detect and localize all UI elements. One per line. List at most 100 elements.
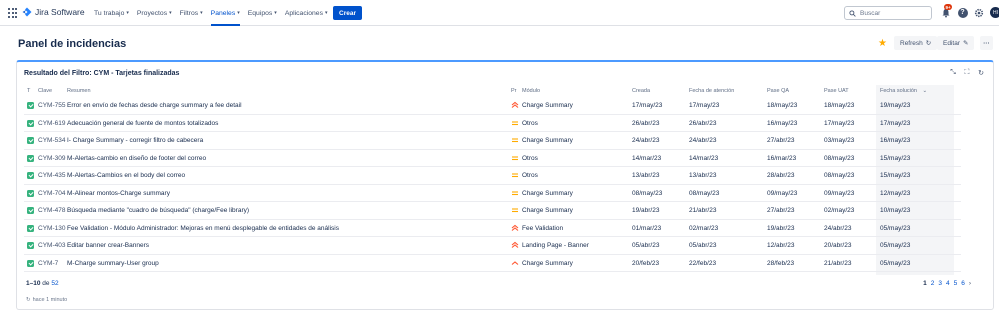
issue-qa-date: 28/abr/23 — [767, 172, 795, 179]
nav-item-label: Aplicaciones — [284, 9, 323, 17]
table-row[interactable]: CYM-755 Error en envío de fechas desde ch… — [24, 97, 961, 115]
issue-summary[interactable]: M-Charge summary-User group — [67, 260, 159, 267]
issue-summary[interactable]: Fee Validation - Módulo Administrador: M… — [67, 225, 339, 232]
table-row[interactable]: CYM-435 M-Alertas-Cambios en el body del … — [24, 167, 961, 185]
issue-uat-date: 24/abr/23 — [824, 224, 852, 232]
minimize-icon[interactable]: ⤡ — [949, 69, 957, 77]
issue-key[interactable]: CYM-534 — [38, 137, 65, 144]
col-summary[interactable]: Resumen — [67, 88, 91, 94]
story-icon — [27, 172, 34, 179]
app-switcher-icon[interactable] — [8, 8, 18, 18]
edit-button[interactable]: Editar ✎ — [937, 36, 975, 50]
col-created[interactable]: Creada — [632, 88, 650, 94]
table-row[interactable]: CYM-7 M-Charge summary-User group Charge S… — [24, 255, 961, 272]
col-uat[interactable]: Pase UAT — [824, 88, 849, 94]
issue-summary[interactable]: Búsqueda mediante "cuadro de búsqueda" (… — [67, 207, 249, 214]
pencil-icon: ✎ — [962, 40, 969, 47]
issue-key[interactable]: CYM-755 — [38, 102, 65, 109]
issue-uat-date: 18/may/23 — [824, 102, 855, 109]
col-solution-date[interactable]: Fecha solución ⌄ — [880, 88, 927, 94]
col-key[interactable]: Clave — [38, 88, 52, 94]
col-priority[interactable]: Pr — [511, 88, 517, 94]
expand-icon[interactable]: ⛶ — [963, 69, 971, 77]
story-icon — [27, 102, 34, 109]
table-row[interactable]: CYM-619 Adecuación general de fuente de m… — [24, 115, 961, 132]
table-row[interactable]: CYM-403 Editar banner crear-Banners Landin… — [24, 237, 961, 255]
nav-item-3[interactable]: Paneles ▾ — [210, 0, 240, 26]
issue-created: 26/abr/23 — [632, 119, 660, 127]
issue-key[interactable]: CYM-130 — [38, 225, 65, 232]
more-actions-button[interactable]: ··· — [980, 36, 993, 50]
nav-item-label: Equipos — [247, 9, 273, 17]
issue-uat-date: 03/may/23 — [824, 137, 855, 144]
table-row[interactable]: CYM-478 Búsqueda mediante "cuadro de búsq… — [24, 202, 961, 220]
jira-logo[interactable]: Jira Software — [22, 7, 85, 17]
col-attention-date[interactable]: Fecha de atención — [689, 88, 734, 94]
issue-summary[interactable]: M-Alertas-cambio en diseño de footer del… — [67, 155, 206, 162]
issue-qa-date: 19/abr/23 — [767, 224, 795, 232]
settings-button[interactable] — [973, 7, 984, 18]
avatar[interactable]: HI — [990, 7, 999, 18]
col-qa[interactable]: Pase QA — [767, 88, 789, 94]
nav-item-label: Tu trabajo — [94, 9, 125, 17]
issue-key[interactable]: CYM-7 — [38, 260, 58, 267]
issue-qa-date: 27/abr/23 — [767, 137, 795, 144]
issue-solution-date: 15/may/23 — [880, 172, 911, 179]
issue-key[interactable]: CYM-403 — [38, 242, 65, 249]
issue-key[interactable]: CYM-435 — [38, 172, 65, 179]
issue-key[interactable]: CYM-619 — [38, 120, 65, 127]
priority-medium-icon — [511, 119, 519, 127]
priority-highest-icon — [511, 224, 519, 232]
nav-item-label: Paneles — [210, 9, 236, 17]
story-icon — [27, 224, 34, 232]
nav-item-5[interactable]: Aplicaciones ▾ — [285, 0, 328, 26]
issue-summary[interactable]: I- Charge Summary - corregir filtro de c… — [67, 137, 203, 144]
table-row[interactable]: CYM-534 I- Charge Summary - corregir filt… — [24, 132, 961, 150]
nav-item-4[interactable]: Equipos ▾ — [248, 0, 277, 26]
chevron-down-icon: ▾ — [237, 10, 240, 16]
priority-medium-icon — [511, 154, 519, 162]
help-button[interactable]: ? — [957, 7, 968, 18]
chevron-down-icon: ▾ — [126, 10, 129, 16]
page-link[interactable]: 6 — [961, 280, 965, 287]
chevron-down-icon: ▾ — [169, 10, 172, 16]
refresh-label: Refresh — [900, 39, 923, 47]
issue-key[interactable]: CYM-704 — [38, 190, 65, 197]
results-of: de — [42, 280, 50, 287]
issue-key[interactable]: CYM-309 — [38, 155, 65, 162]
issue-qa-date: 28/feb/23 — [767, 259, 795, 267]
issue-summary[interactable]: M-Alinear montos-Charge summary — [67, 190, 170, 197]
results-total-link[interactable]: 52 — [51, 280, 58, 287]
chevron-down-icon: ▾ — [200, 10, 203, 16]
page-link[interactable]: 4 — [946, 280, 950, 287]
page-link[interactable]: 5 — [954, 280, 958, 287]
search-input[interactable]: Buscar — [844, 6, 932, 20]
next-page-icon[interactable]: › — [969, 280, 971, 287]
page-current: 1 — [923, 280, 927, 287]
create-button[interactable]: Crear — [333, 6, 362, 20]
star-icon[interactable]: ★ — [878, 38, 887, 49]
col-type[interactable]: T — [27, 88, 30, 94]
table-row[interactable]: CYM-130 Fee Validation - Módulo Administr… — [24, 220, 961, 237]
refresh-button[interactable]: Refresh ↻ — [894, 36, 938, 50]
nav-item-2[interactable]: Filtros ▾ — [180, 0, 203, 26]
issue-summary[interactable]: Editar banner crear-Banners — [67, 242, 149, 249]
issue-attention-date: 24/abr/23 — [689, 137, 717, 144]
refresh-gadget-icon[interactable]: ↻ — [977, 69, 985, 77]
issue-module: Landing Page - Banner — [522, 242, 589, 249]
col-module[interactable]: Módulo — [522, 88, 540, 94]
issue-summary[interactable]: Adecuación general de fuente de montos t… — [67, 120, 218, 127]
page-link[interactable]: 3 — [938, 280, 942, 287]
table-row[interactable]: CYM-309 M-Alertas-cambio en diseño de foo… — [24, 150, 961, 167]
table-row[interactable]: CYM-704 M-Alinear montos-Charge summary Ch… — [24, 185, 961, 202]
nav-item-1[interactable]: Proyectos ▾ — [137, 0, 172, 26]
page-title: Panel de incidencias — [18, 38, 127, 50]
issue-uat-date: 20/abr/23 — [824, 242, 852, 249]
issue-summary[interactable]: Error en envío de fechas desde charge su… — [67, 102, 242, 109]
refresh-small-icon: ↻ — [26, 297, 31, 303]
issue-summary[interactable]: M-Alertas-Cambios en el body del correo — [67, 172, 185, 179]
issue-key[interactable]: CYM-478 — [38, 207, 65, 214]
nav-item-0[interactable]: Tu trabajo ▾ — [94, 0, 129, 26]
page-link[interactable]: 2 — [931, 280, 935, 287]
issue-attention-date: 02/mar/23 — [689, 224, 719, 232]
